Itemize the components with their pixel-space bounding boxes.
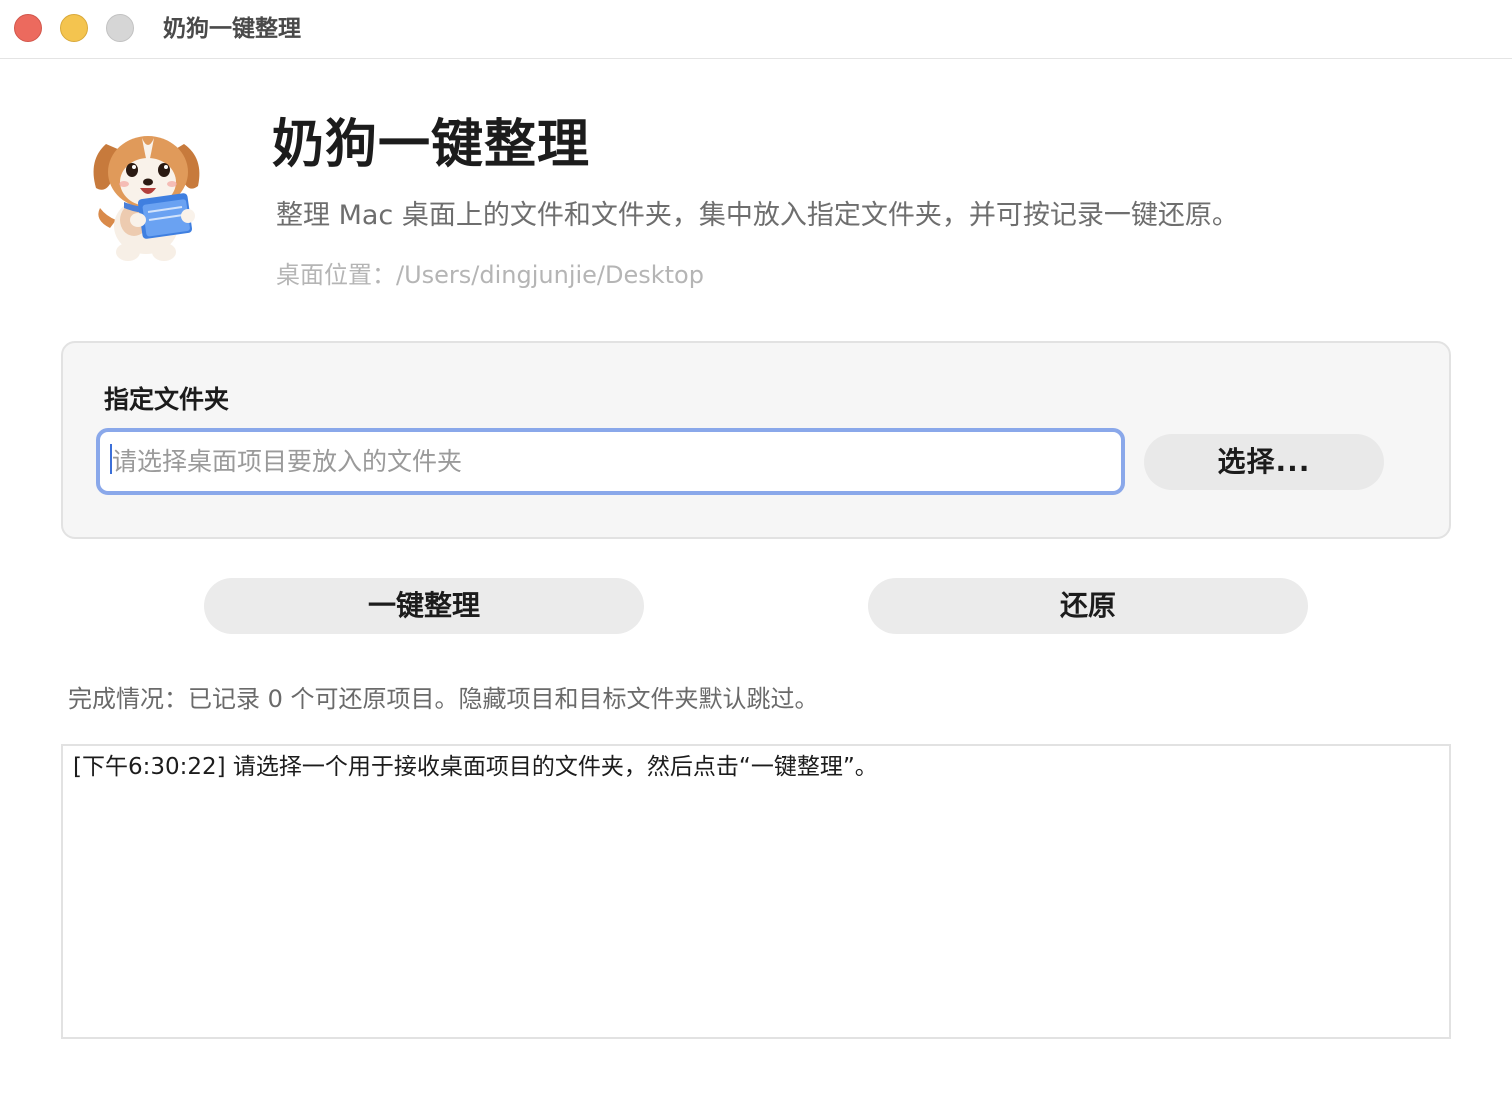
organize-button[interactable]: 一键整理 — [204, 578, 644, 634]
log-area[interactable]: [下午6:30:22] 请选择一个用于接收桌面项目的文件夹，然后点击“一键整理”… — [61, 744, 1451, 1039]
choose-folder-button[interactable]: 选择... — [1144, 434, 1384, 490]
folder-panel-label: 指定文件夹 — [104, 385, 230, 414]
log-line: [下午6:30:22] 请选择一个用于接收桌面项目的文件夹，然后点击“一键整理”… — [73, 754, 878, 780]
restore-button[interactable]: 还原 — [868, 578, 1308, 634]
close-window-button[interactable] — [14, 14, 42, 42]
puppy-mascot-icon — [93, 136, 200, 261]
app-window: 奶狗一键整理 奶狗一键整理 整理 Mac 桌面上的文件和文件夹，集中放入指定文件… — [0, 0, 1512, 1096]
window-title: 奶狗一键整理 — [163, 16, 301, 42]
app-title: 奶狗一键整理 — [272, 115, 591, 175]
maximize-window-button[interactable] — [106, 14, 134, 42]
title-bar: 奶狗一键整理 — [0, 0, 1512, 59]
app-subtitle: 整理 Mac 桌面上的文件和文件夹，集中放入指定文件夹，并可按记录一键还原。 — [276, 200, 1239, 231]
minimize-window-button[interactable] — [60, 14, 88, 42]
text-caret — [110, 444, 112, 474]
status-text: 完成情况：已记录 0 个可还原项目。隐藏项目和目标文件夹默认跳过。 — [68, 685, 819, 713]
target-folder-input[interactable] — [96, 428, 1125, 495]
desktop-path-label: 桌面位置：/Users/dingjunjie/Desktop — [276, 261, 704, 289]
